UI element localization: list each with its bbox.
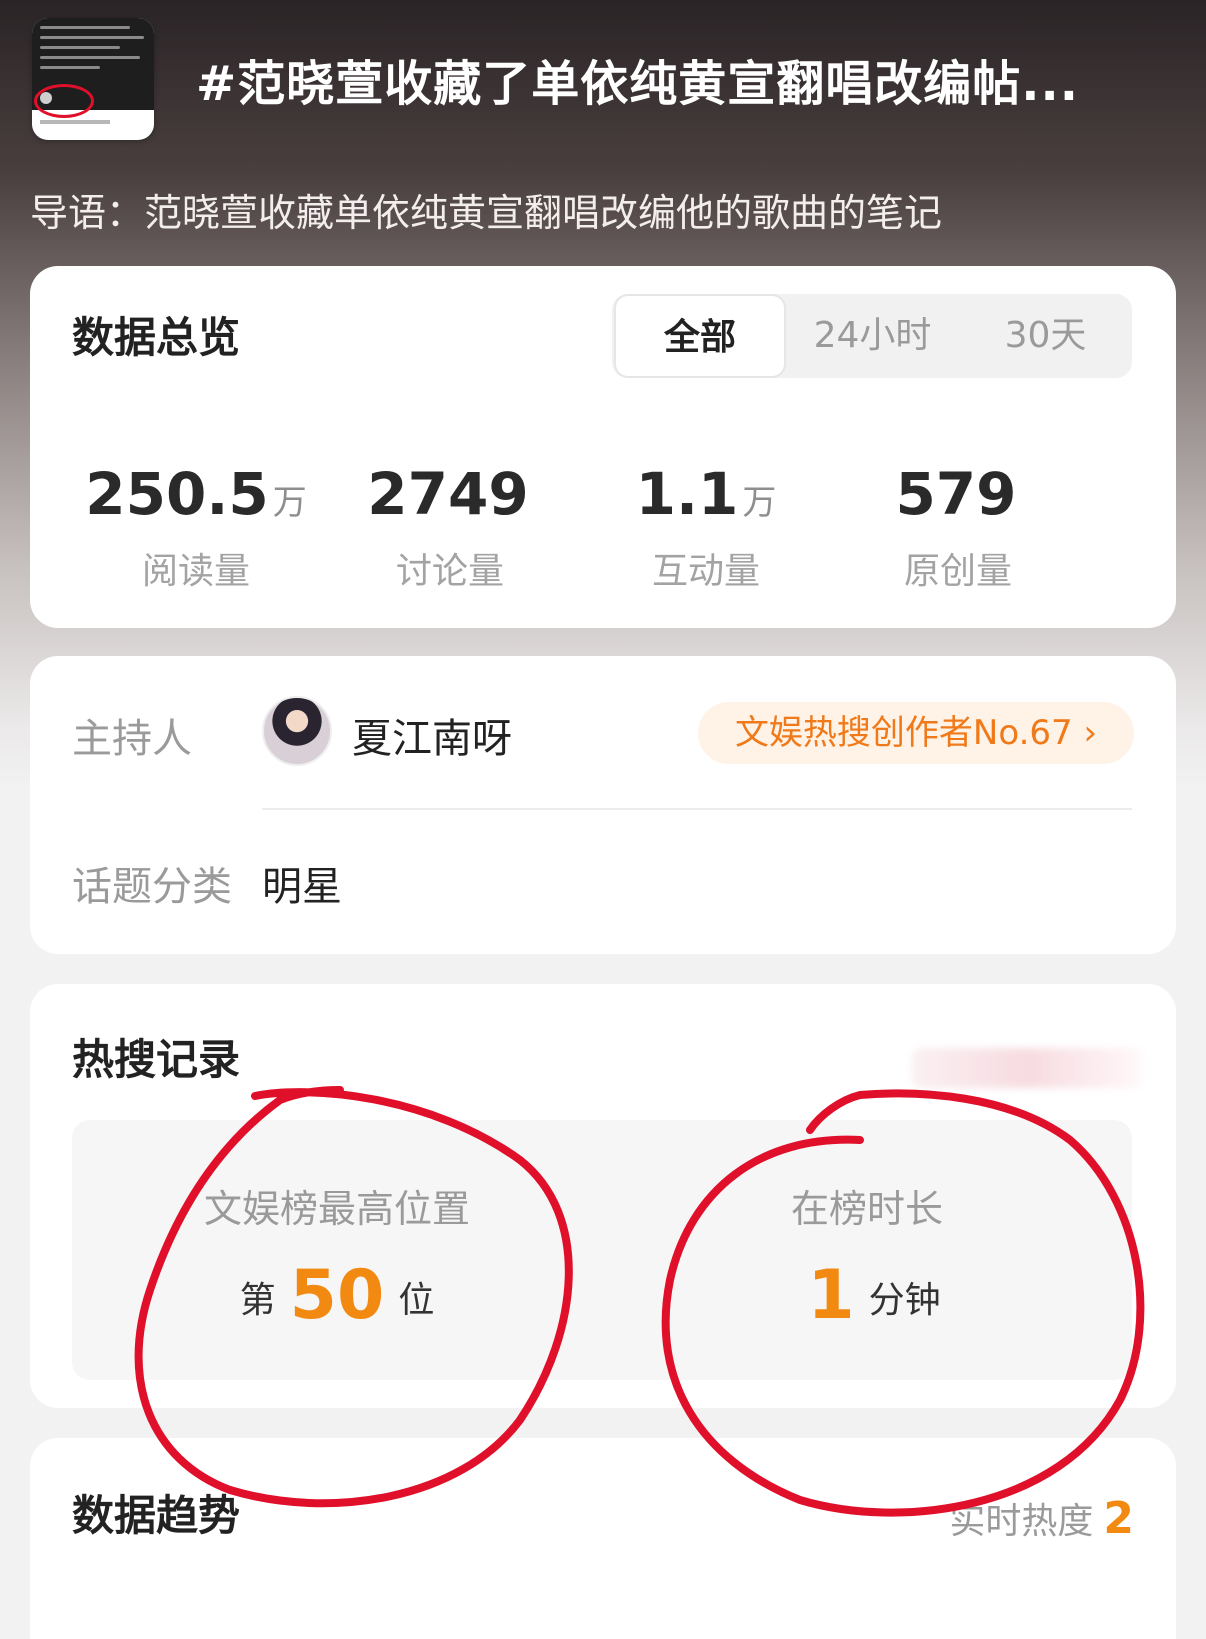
stat-value: 250.5 万 bbox=[85, 460, 307, 528]
post-thumbnail[interactable] bbox=[32, 18, 154, 140]
rank-label: 文娱榜最高位置 bbox=[203, 1187, 470, 1231]
thumbnail-red-circle bbox=[34, 84, 94, 118]
hot-search-title: 热搜记录 bbox=[72, 1035, 241, 1084]
divider bbox=[262, 808, 1132, 810]
host-label: 主持人 bbox=[72, 716, 192, 762]
topic-guide: 导语：范晓萱收藏单依纯黄宣翻唱改编他的歌曲的笔记 bbox=[30, 191, 943, 235]
stat-label: 互动量 bbox=[651, 551, 760, 592]
host-card: 主持人 夏江南呀 文娱热搜创作者No.67 › 话题分类 明星 bbox=[30, 656, 1176, 954]
blurred-watermark bbox=[912, 1048, 1142, 1088]
trend-card: 数据趋势 实时热度 2 bbox=[30, 1438, 1176, 1639]
stat-originals: 579 原创量 bbox=[838, 461, 1078, 594]
thumbnail-text-line bbox=[40, 26, 130, 29]
trend-title: 数据趋势 bbox=[72, 1491, 241, 1540]
overview-card: 数据总览 全部 24小时 30天 250.5 万 阅读量 2749 讨论量 1.1… bbox=[30, 266, 1176, 628]
stat-value: 1.1 万 bbox=[635, 460, 777, 528]
category-label: 话题分类 bbox=[72, 864, 232, 910]
thumbnail-text-line bbox=[40, 46, 120, 49]
duration-label: 在榜时长 bbox=[790, 1187, 943, 1231]
stat-interactions: 1.1 万 互动量 bbox=[586, 461, 826, 594]
rank-value: 第 50 位 bbox=[239, 1256, 435, 1335]
time-range-tabs: 全部 24小时 30天 bbox=[612, 294, 1132, 378]
thumbnail-text-line bbox=[40, 56, 140, 59]
stat-reads: 250.5 万 阅读量 bbox=[76, 461, 316, 594]
tab-30d[interactable]: 30天 bbox=[959, 294, 1132, 378]
stat-discussions: 2749 讨论量 bbox=[330, 461, 570, 594]
host-avatar[interactable] bbox=[262, 696, 332, 766]
creator-rank-badge[interactable]: 文娱热搜创作者No.67 › bbox=[698, 702, 1134, 764]
stat-value: 579 bbox=[895, 460, 1017, 528]
host-name[interactable]: 夏江南呀 bbox=[352, 706, 512, 764]
thumbnail-text-line bbox=[40, 36, 144, 39]
stat-label: 阅读量 bbox=[141, 551, 250, 592]
thumbnail-text-line bbox=[40, 66, 100, 69]
thumbnail-text-line bbox=[40, 120, 110, 124]
tab-24h[interactable]: 24小时 bbox=[786, 294, 959, 378]
duration-value: 1 分钟 bbox=[807, 1256, 941, 1335]
tab-all[interactable]: 全部 bbox=[614, 294, 786, 378]
live-heat: 实时热度 2 bbox=[949, 1493, 1134, 1544]
stat-label: 原创量 bbox=[903, 551, 1012, 592]
hot-search-stats-box: 文娱榜最高位置 第 50 位 在榜时长 1 分钟 bbox=[72, 1120, 1132, 1380]
stat-label: 讨论量 bbox=[395, 551, 504, 592]
stat-value: 2749 bbox=[367, 460, 529, 528]
overview-title: 数据总览 bbox=[72, 313, 241, 362]
topic-title: #范晓萱收藏了单依纯黄宣翻唱改编帖... bbox=[196, 56, 1079, 112]
category-value: 明星 bbox=[262, 864, 342, 910]
